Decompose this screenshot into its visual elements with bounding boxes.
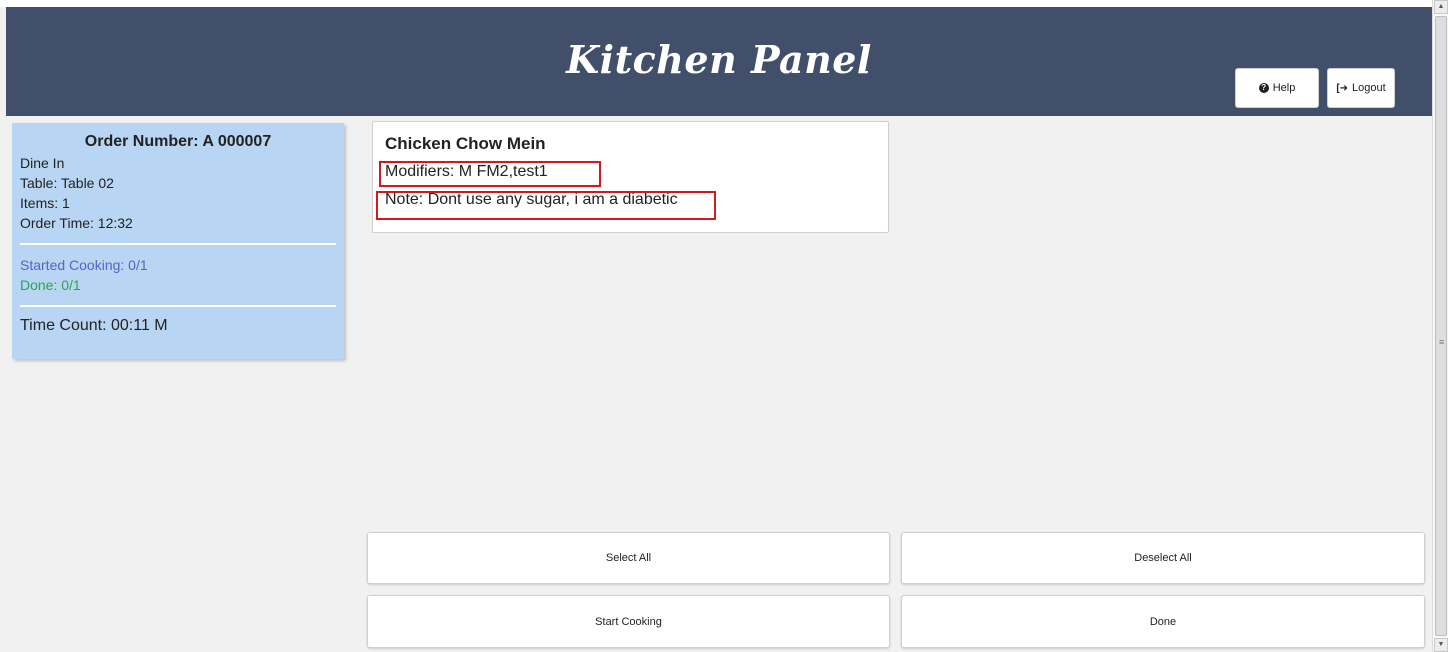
- page-title: Kitchen Panel: [566, 37, 872, 82]
- note-highlight-box: [376, 191, 716, 220]
- sign-out-icon: [➜: [1336, 82, 1349, 94]
- order-table: Table: Table 02: [20, 175, 114, 191]
- order-number: Order Number: A 000007: [84, 133, 272, 150]
- modifiers-highlight-box: [379, 161, 601, 187]
- time-count: Time Count: 00:11 M: [20, 317, 168, 334]
- order-card[interactable]: Order Number: A 000007 Dine In Table: Ta…: [12, 123, 344, 359]
- start-cooking-button[interactable]: Start Cooking: [367, 595, 890, 648]
- logout-button[interactable]: [➜ Logout: [1327, 68, 1395, 108]
- done-status: Done: 0/1: [20, 277, 81, 293]
- order-items: Items: 1: [20, 195, 70, 211]
- vertical-scrollbar[interactable]: ▲ ≡ ▼: [1432, 0, 1448, 652]
- scrollbar-thumb[interactable]: ≡: [1435, 16, 1447, 636]
- started-cooking-status: Started Cooking: 0/1: [20, 257, 148, 273]
- question-circle-icon: ?: [1258, 83, 1269, 93]
- scroll-down-arrow-icon[interactable]: ▼: [1434, 638, 1448, 652]
- help-button-label: Help: [1272, 82, 1296, 94]
- divider: [20, 305, 336, 307]
- order-type: Dine In: [20, 155, 65, 171]
- grip-icon: ≡: [1439, 337, 1445, 347]
- item-name: Chicken Chow Mein: [385, 134, 546, 153]
- deselect-all-button[interactable]: Deselect All: [901, 532, 1425, 584]
- help-button[interactable]: ? Help: [1235, 68, 1319, 108]
- order-time: Order Time: 12:32: [20, 215, 133, 231]
- order-item-card[interactable]: Chicken Chow Mein Modifiers: M FM2,test1…: [372, 121, 889, 233]
- top-strip: [0, 0, 1432, 7]
- logout-button-label: Logout: [1352, 82, 1386, 94]
- divider: [20, 243, 336, 245]
- scroll-up-arrow-icon[interactable]: ▲: [1434, 0, 1448, 14]
- done-button[interactable]: Done: [901, 595, 1425, 648]
- select-all-button[interactable]: Select All: [367, 532, 890, 584]
- header-bar: Kitchen Panel ? Help [➜ Logout: [6, 7, 1432, 116]
